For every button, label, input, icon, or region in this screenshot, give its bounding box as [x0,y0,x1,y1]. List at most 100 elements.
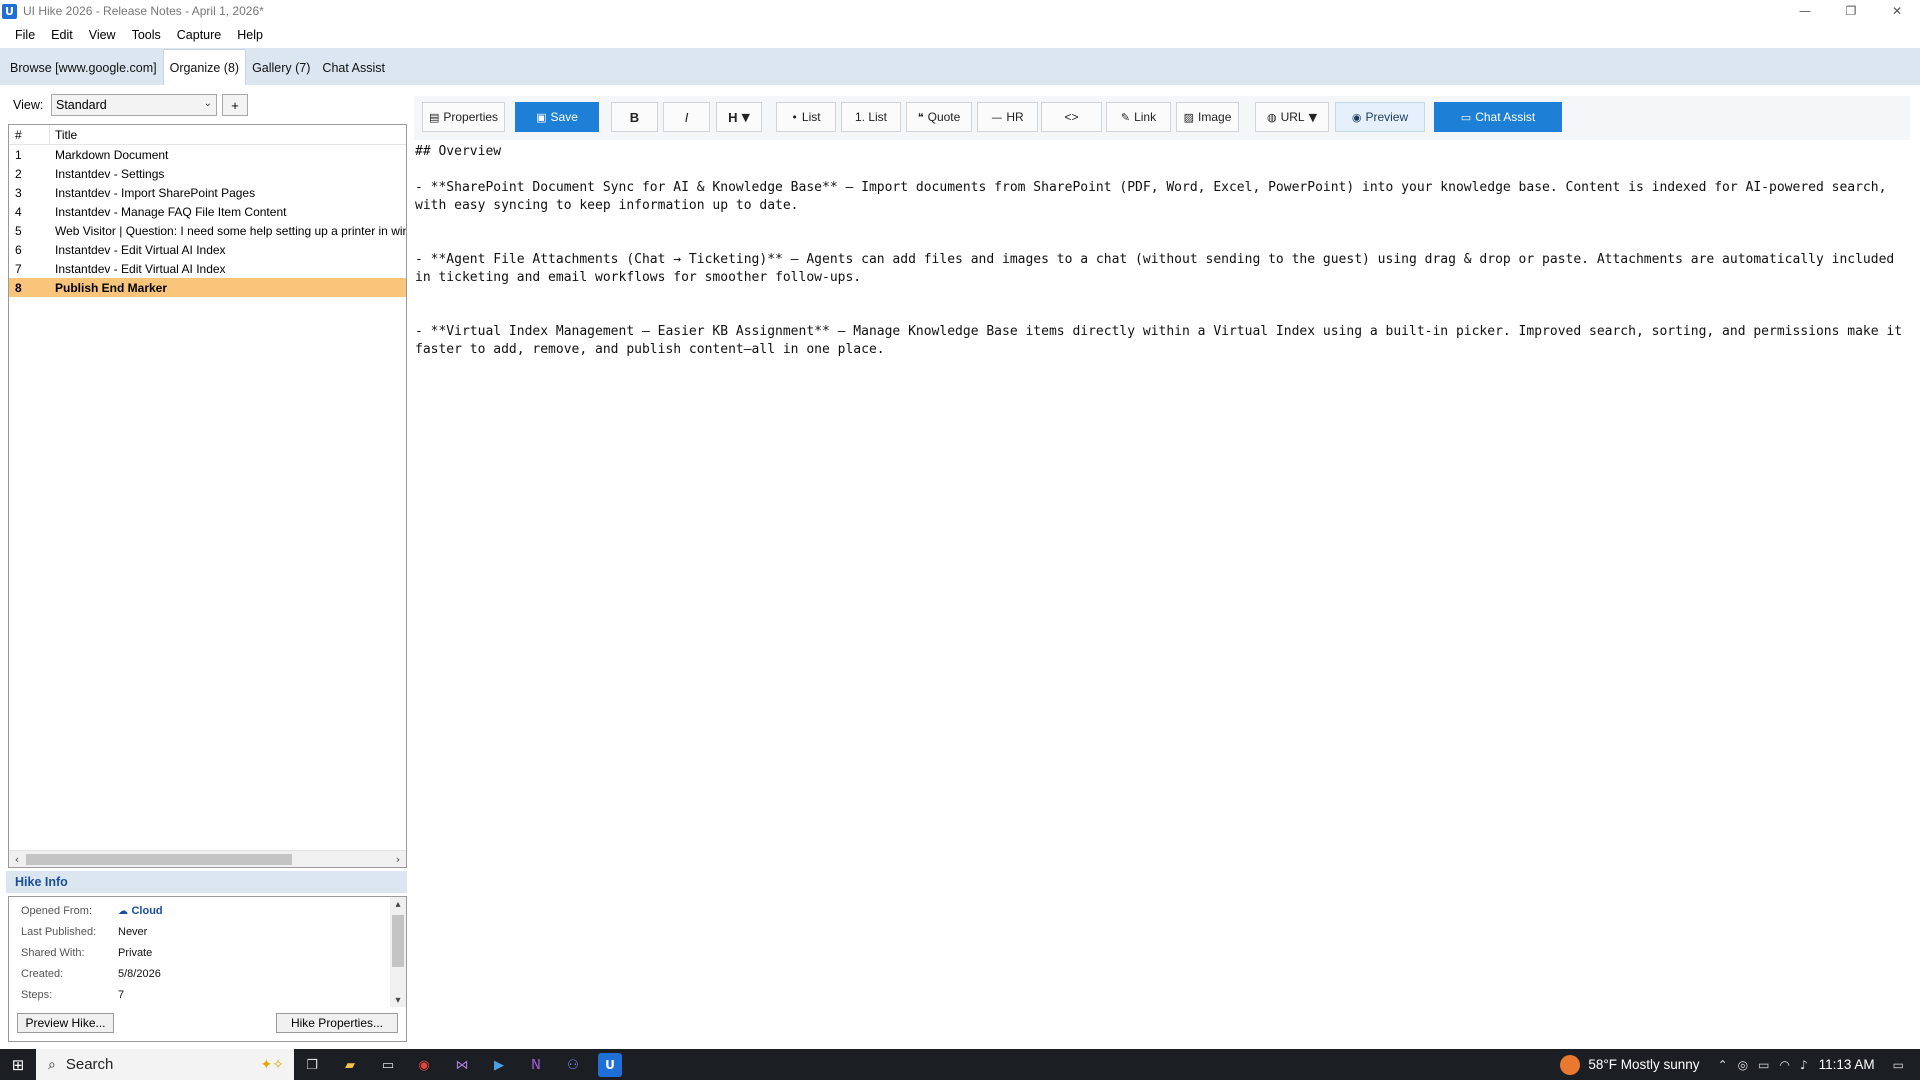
url-label: URL [1280,110,1305,124]
scroll-right-icon[interactable]: › [390,851,406,867]
list-item[interactable]: 1 Markdown Document [9,145,406,164]
image-label: Image [1198,110,1232,124]
caret-down-icon: ▼ [1308,110,1318,124]
horizontal-scrollbar[interactable]: ‹ › [9,850,406,867]
powershell-icon[interactable]: ▶ [487,1053,511,1077]
battery-icon[interactable]: ▭ [1758,1058,1769,1072]
weather-icon[interactable] [1560,1054,1581,1075]
ui-hike-app-icon[interactable]: U [598,1053,622,1077]
row-title: Instantdev - Edit Virtual AI Index [55,261,226,276]
editor-paragraph: - **SharePoint Document Sync for AI & Kn… [415,180,1895,213]
main-tabs: Browse [www.google.com] Organize (8) Gal… [0,48,1920,85]
menu-edit[interactable]: Edit [43,28,81,42]
chrome-icon[interactable]: ◉ [412,1053,436,1077]
bullet-list-label: List [801,110,821,124]
minimize-button[interactable]: — [1782,0,1828,22]
task-view-icon[interactable]: ❐ [300,1053,324,1077]
onenote-icon[interactable]: N [524,1053,548,1077]
preview-label: Preview [1365,110,1409,124]
info-row-created: Created: 5/8/2026 [21,966,161,982]
preview-hike-button[interactable]: Preview Hike... [17,1013,114,1033]
code-button[interactable]: <> [1041,102,1102,132]
list-item-selected[interactable]: 8 Publish End Marker [9,278,406,297]
hr-button[interactable]: — HR [977,102,1038,132]
row-title: Web Visitor | Question: I need some help… [55,223,406,238]
pencil-icon: ✎ [1120,110,1131,124]
info-val: Cloud [131,905,163,917]
menu-capture[interactable]: Capture [169,28,229,42]
meet-now-icon[interactable]: ◎ [1738,1058,1748,1072]
tab-browse[interactable]: Browse [www.google.com] [4,52,163,84]
menu-tools[interactable]: Tools [124,28,169,42]
row-title: Instantdev - Manage FAQ File Item Conten… [55,204,287,219]
quote-button[interactable]: ❝ Quote [906,102,972,132]
bullet-list-button[interactable]: • List [776,102,836,132]
row-num: 2 [15,166,22,181]
list-item[interactable]: 4 Instantdev - Manage FAQ File Item Cont… [9,202,406,221]
scrollbar-thumb[interactable] [26,854,292,865]
info-row-opened-from: Opened From: ☁ Cloud [21,903,163,919]
view-select[interactable]: Standard ⌄ [51,94,217,116]
chevron-up-icon[interactable]: ⌃ [1718,1058,1728,1072]
add-view-button[interactable]: + [222,94,248,116]
tab-chat-assist[interactable]: Chat Assist [316,52,391,84]
scroll-down-icon[interactable]: ▾ [390,993,406,1007]
numbered-list-button[interactable]: 1. List [841,102,901,132]
save-icon: ▣ [536,110,547,124]
file-explorer-icon[interactable]: ▰ [338,1053,362,1077]
wifi-icon[interactable]: ◠ [1779,1058,1789,1072]
quote-label: Quote [927,110,961,124]
menu-file[interactable]: File [7,28,43,42]
link-label: Link [1134,110,1157,124]
view-select-value: Standard [56,98,107,112]
menu-help[interactable]: Help [229,28,271,42]
list-item[interactable]: 6 Instantdev - Edit Virtual AI Index [9,240,406,259]
image-button[interactable]: ▨ Image [1176,102,1239,132]
sparkle-icon: ✦✧ [260,1056,284,1073]
teams-icon[interactable]: ⚇ [561,1053,585,1077]
list-item[interactable]: 3 Instantdev - Import SharePoint Pages [9,183,406,202]
column-header-num[interactable]: # [9,128,49,142]
list-item[interactable]: 5 Web Visitor | Question: I need some he… [9,221,406,240]
editor-toolbar: ▤ Properties ▣ Save B I H ▼ • List 1. List ❝… [414,96,1910,140]
hike-properties-button[interactable]: Hike Properties... [276,1013,398,1033]
url-dropdown[interactable]: ◍ URL ▼ [1255,102,1329,132]
image-icon: ▨ [1183,110,1195,124]
menu-view[interactable]: View [81,28,124,42]
markdown-editor[interactable]: ## Overview - **SharePoint Document Sync… [415,143,1915,1043]
list-item[interactable]: 2 Instantdev - Settings [9,164,406,183]
preview-button[interactable]: ◉ Preview [1335,102,1425,132]
bullet-icon: • [791,110,798,124]
list-item[interactable]: 7 Instantdev - Edit Virtual AI Index [9,259,406,278]
close-button[interactable]: ✕ [1874,0,1920,22]
scrollbar-thumb[interactable] [392,915,404,967]
clock-time[interactable]: 11:13 AM [1819,1057,1875,1072]
terminal-icon[interactable]: ▭ [376,1053,400,1077]
editor-heading-line: ## Overview [415,144,502,159]
app-icon: U [2,3,17,19]
link-button[interactable]: ✎ Link [1106,102,1171,132]
column-header-title[interactable]: Title [50,128,406,142]
editor-paragraph: - **Virtual Index Management – Easier KB… [415,324,1910,357]
scroll-left-icon[interactable]: ‹ [9,851,25,867]
chat-assist-button[interactable]: ▭ Chat Assist [1434,102,1562,132]
tab-organize[interactable]: Organize (8) [162,49,247,85]
volume-icon[interactable]: ♪ [1800,1058,1808,1072]
scroll-up-icon[interactable]: ▴ [390,897,406,911]
windows-start-icon[interactable]: ⊞ [0,1049,36,1080]
bold-button[interactable]: B [611,102,658,132]
taskbar-search[interactable]: ⌕ Search ✦✧ [36,1049,294,1080]
weather-text[interactable]: 58°F Mostly sunny [1588,1057,1699,1072]
vertical-scrollbar[interactable]: ▴ ▾ [390,897,406,1007]
notifications-icon[interactable]: ▭ [1893,1058,1904,1072]
heading-dropdown[interactable]: H ▼ [716,102,762,132]
properties-button[interactable]: ▤ Properties [422,102,505,132]
save-button[interactable]: ▣ Save [515,102,599,132]
italic-button[interactable]: I [663,102,710,132]
cloud-link[interactable]: ☁ Cloud [118,905,163,917]
restore-button[interactable]: ❐ [1828,0,1874,22]
properties-label: Properties [443,110,499,124]
visual-studio-icon[interactable]: ⋈ [450,1053,474,1077]
tab-gallery[interactable]: Gallery (7) [246,52,316,84]
row-title: Instantdev - Settings [55,166,165,181]
